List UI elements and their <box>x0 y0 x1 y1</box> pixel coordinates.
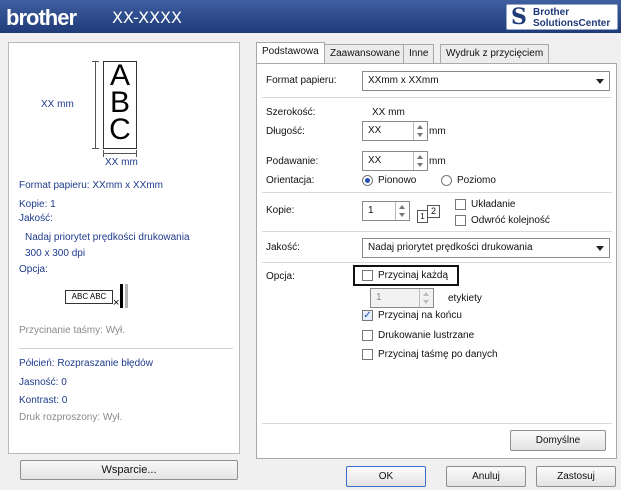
summary-tape-cut: Przycinanie taśmy: Wył. <box>19 325 126 336</box>
width-value: XX mm <box>372 107 405 118</box>
print-settings-summary-panel: A B C XX mm XX mm Format papieru: XXmm x… <box>8 42 240 454</box>
orientation-portrait-radio[interactable] <box>362 175 373 186</box>
length-input[interactable]: XX <box>362 121 428 141</box>
orientation-landscape-radio[interactable] <box>441 175 452 186</box>
paper-format-label: Format papieru: <box>266 75 337 86</box>
cancel-button[interactable]: Anuluj <box>446 466 526 487</box>
copies-input[interactable]: 1 <box>362 201 410 221</box>
feed-label: Podawanie: <box>266 156 319 167</box>
orientation-label: Orientacja: <box>266 175 315 186</box>
quality-label: Jakość: <box>266 242 300 253</box>
summary-brightness: Jasność: 0 <box>19 377 67 388</box>
separator <box>262 262 612 263</box>
separator <box>262 231 612 232</box>
paper-format-dropdown[interactable]: XXmm x XXmm <box>362 71 610 91</box>
separator <box>262 423 612 424</box>
summary-separator <box>19 348 233 349</box>
reverse-order-label[interactable]: Odwróć kolejność <box>471 215 550 226</box>
copies-spinner[interactable] <box>395 202 408 220</box>
summary-paper-format: Format papieru: XXmm x XXmm <box>19 180 163 191</box>
summary-quality-value: Nadaj priorytet prędkości drukowania <box>25 232 190 243</box>
summary-option-label: Opcja: <box>19 264 48 275</box>
height-dimension-label: XX mm <box>41 99 74 110</box>
tab-basic[interactable]: Podstawowa <box>256 42 325 63</box>
option-label: Opcja: <box>266 271 295 282</box>
printer-model-title: XX-XXXX <box>112 8 182 27</box>
feed-spinner[interactable] <box>413 152 426 170</box>
summary-halftone: Półcień: Rozpraszanie błędów <box>19 358 153 369</box>
apply-button[interactable]: Zastosuj <box>536 466 616 487</box>
length-unit: mm <box>429 126 446 137</box>
default-button[interactable]: Domyślne <box>510 430 606 451</box>
cut-after-data-checkbox[interactable] <box>362 349 373 360</box>
summary-dpi: 300 x 300 dpi <box>25 248 86 259</box>
cut-every-count-spinner[interactable] <box>419 289 432 307</box>
cut-every-count-input[interactable]: 1 <box>370 288 434 308</box>
label-preview-image: A B C <box>103 61 137 149</box>
orientation-landscape-label[interactable]: Poziomo <box>457 175 496 186</box>
mirror-print-checkbox[interactable] <box>362 330 373 341</box>
cut-after-data-label[interactable]: Przycinaj taśmę po danych <box>378 349 498 360</box>
cut-every-label[interactable]: Przycinaj każdą <box>378 270 448 281</box>
quality-dropdown[interactable]: Nadaj priorytet prędkości drukowania <box>362 238 610 258</box>
chevron-down-icon <box>596 79 604 84</box>
brother-logo: brother <box>6 5 77 30</box>
separator <box>262 97 612 98</box>
mirror-print-label[interactable]: Drukowanie lustrzane <box>378 330 474 341</box>
chevron-down-icon <box>596 246 604 251</box>
summary-contrast: Kontrast: 0 <box>19 395 68 406</box>
cut-at-end-checkbox[interactable]: ✓ <box>362 310 373 321</box>
solutions-center-button[interactable]: S Brother SolutionsCenter <box>506 4 618 30</box>
summary-distributed-print: Druk rozproszony: Wył. <box>19 412 123 423</box>
feed-input[interactable]: XX <box>362 151 428 171</box>
width-dimension-label: XX mm <box>105 157 138 168</box>
copies-label: Kopie: <box>266 205 295 216</box>
length-spinner[interactable] <box>413 122 426 140</box>
width-label: Szerokość: <box>266 107 316 118</box>
width-dimension-line <box>103 153 137 154</box>
tab-advanced[interactable]: Zaawansowane <box>324 44 407 63</box>
summary-copies: Kopie: 1 <box>19 199 56 210</box>
collate-checkbox[interactable] <box>455 199 466 210</box>
reverse-order-checkbox[interactable] <box>455 215 466 226</box>
cut-at-end-label[interactable]: Przycinaj na końcu <box>378 310 462 321</box>
feed-unit: mm <box>429 156 446 167</box>
ok-button[interactable]: OK <box>346 466 426 487</box>
basic-tab-panel <box>256 63 617 459</box>
summary-quality-label: Jakość: <box>19 213 53 224</box>
tab-cut-print[interactable]: Wydruk z przycięciem <box>440 44 550 63</box>
length-label: Długość: <box>266 126 305 137</box>
support-button[interactable]: Wsparcie... <box>20 460 238 480</box>
cut-every-checkbox[interactable] <box>362 270 373 281</box>
solutions-center-label: Brother SolutionsCenter <box>533 7 611 29</box>
height-dimension-line <box>95 61 96 149</box>
separator <box>262 192 612 193</box>
header-bar: brother XX-XXXX S Brother SolutionsCente… <box>0 0 621 33</box>
tab-other[interactable]: Inne <box>403 44 435 63</box>
solutions-center-icon: S <box>511 4 527 30</box>
orientation-portrait-label[interactable]: Pionowo <box>378 175 416 186</box>
collate-label[interactable]: Układanie <box>471 199 515 210</box>
labels-unit: etykiety <box>448 293 482 304</box>
